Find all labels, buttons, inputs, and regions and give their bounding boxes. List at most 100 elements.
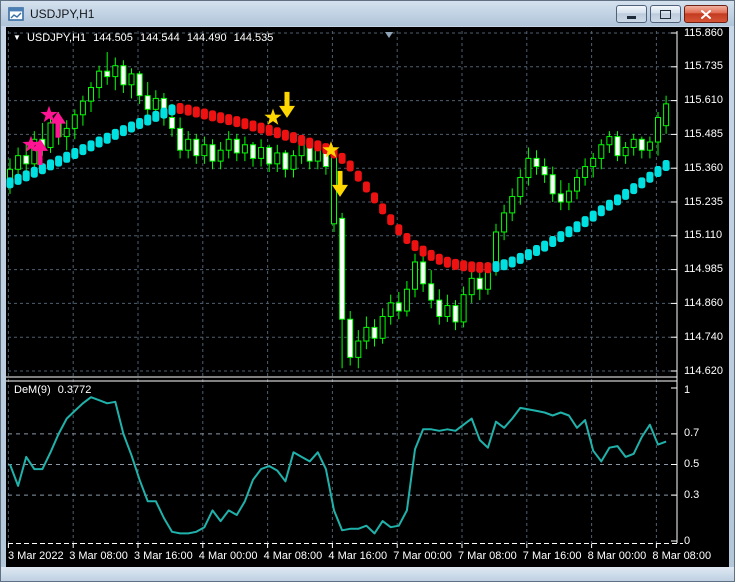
chart-shift-marker[interactable]	[385, 32, 393, 38]
time-label: 7 Mar 00:00	[393, 550, 452, 562]
candle-body	[598, 144, 605, 159]
yellow-down-arrow-icon	[279, 105, 295, 118]
restore-button[interactable]	[650, 5, 681, 23]
ribbon-dot-down	[265, 124, 273, 136]
candle-body	[436, 299, 443, 317]
close-icon	[701, 9, 711, 19]
candle-body	[233, 138, 240, 154]
header-high: 144.544	[139, 32, 180, 44]
ribbon-dot-down	[290, 132, 297, 144]
price-label: 114.620	[684, 364, 723, 377]
ribbon-dot-down	[338, 152, 346, 164]
ribbon-dot-down	[306, 137, 314, 149]
ribbon-dot-up	[524, 249, 532, 261]
chart-area[interactable]: ▼ USDJPY,H1 144.505 144.544 144.490 144.…	[6, 27, 729, 567]
ribbon-dot-up	[565, 226, 573, 238]
ribbon-dot-up	[79, 144, 87, 156]
dem-layer	[9, 396, 667, 535]
ribbon-dot-up	[6, 177, 14, 189]
candle-body	[201, 144, 208, 157]
candle-body	[549, 174, 556, 195]
time-label: 3 Mar 16:00	[134, 550, 193, 562]
price-label: 114.860	[684, 296, 723, 309]
ribbon-dot-up	[500, 259, 508, 271]
indicator-axis-label: 0	[684, 534, 691, 547]
price-label: 115.860	[684, 26, 723, 39]
ribbon-dot-up	[541, 240, 549, 252]
candle-body	[541, 166, 548, 176]
time-label: 7 Mar 16:00	[522, 550, 582, 562]
price-chart-canvas[interactable]	[6, 27, 729, 567]
candle-body	[144, 95, 151, 110]
ribbon-dot-down	[217, 112, 225, 124]
ribbon-dot-up	[128, 121, 135, 133]
candle-body	[468, 277, 475, 296]
ribbon-dot-up	[95, 136, 103, 148]
candle-body	[96, 70, 103, 89]
minimize-button[interactable]	[616, 5, 647, 23]
ribbon-dot-up	[71, 147, 79, 159]
candle-body	[282, 152, 289, 170]
indicator-axis-label: 0.7	[684, 427, 700, 440]
time-label: 4 Mar 00:00	[198, 550, 258, 562]
restore-icon	[660, 9, 671, 19]
ribbon-dot-down	[209, 110, 216, 122]
ribbon-dot-down	[257, 122, 265, 134]
price-label: 115.235	[684, 195, 723, 208]
header-symbol: USDJPY,H1	[26, 32, 87, 44]
ribbon-dot-down	[233, 116, 241, 128]
candle-body	[128, 73, 135, 86]
ribbon-dot-down	[241, 118, 249, 130]
ribbon-dot-up	[646, 171, 654, 183]
price-label: 114.740	[684, 330, 723, 343]
candle-body	[403, 288, 410, 312]
ribbon-dot-up	[605, 199, 613, 211]
close-button[interactable]	[684, 5, 728, 23]
candle-body	[476, 277, 483, 290]
ribbon-dot-up	[119, 125, 127, 137]
ribbon-dot-down	[314, 140, 322, 152]
ribbon-dot-down	[460, 260, 468, 272]
ribbon-dot-up	[581, 216, 589, 228]
ribbon-dot-down	[184, 104, 192, 116]
title-bar[interactable]: USDJPY,H1	[1, 1, 734, 26]
ribbon-dot-up	[22, 170, 30, 182]
ribbon-dot-down	[476, 261, 484, 273]
ribbon-dot-up	[87, 140, 95, 152]
candle-body	[444, 305, 451, 317]
candle-body	[250, 144, 256, 159]
symbol-dropdown-arrow[interactable]: ▼	[13, 33, 21, 42]
ribbon-dot-up	[63, 151, 71, 163]
candle-body	[557, 193, 564, 203]
ribbon-dot-down	[435, 253, 443, 265]
ribbon-dot-up	[622, 188, 630, 200]
candles-layer	[7, 52, 670, 369]
candle-body	[193, 138, 200, 157]
ribbon-dot-up	[533, 245, 540, 257]
header-close: 144.535	[233, 32, 274, 44]
ribbon-dot-down	[192, 106, 200, 118]
arrow-shaft	[337, 170, 343, 187]
ribbon-dot-up	[508, 256, 516, 268]
candle-body	[258, 146, 265, 159]
candle-body	[638, 138, 645, 151]
ribbon-dot-down	[452, 258, 459, 270]
ribbon-dot-down	[298, 134, 306, 146]
candle-body	[452, 305, 459, 323]
price-label: 115.735	[684, 60, 723, 73]
candle-body	[655, 117, 661, 143]
ribbon-dot-down	[354, 170, 362, 182]
candle-body	[120, 65, 127, 86]
candle-body	[574, 176, 580, 192]
yellow-star-icon	[264, 108, 282, 125]
price-label: 115.610	[684, 94, 723, 107]
candle-body	[71, 114, 78, 129]
price-label: 115.485	[684, 127, 723, 140]
time-label: 3 Mar 08:00	[69, 550, 128, 562]
candle-body	[177, 127, 184, 151]
candle-body	[225, 138, 232, 151]
candle-body	[339, 217, 346, 320]
candle-body	[47, 122, 54, 148]
ribbon-dot-up	[144, 114, 152, 126]
indicator-axis-label: 0.3	[684, 488, 700, 501]
